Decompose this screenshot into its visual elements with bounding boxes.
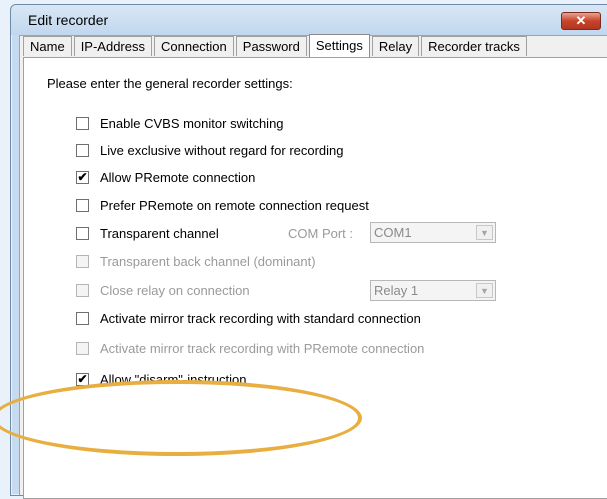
- relay-select-value: Relay 1: [374, 283, 419, 298]
- option-transparent-back-channel[interactable]: Transparent back channel (dominant): [76, 252, 316, 270]
- option-live-exclusive[interactable]: Live exclusive without regard for record…: [76, 141, 344, 159]
- checkbox[interactable]: ✔: [76, 372, 89, 386]
- tab-name[interactable]: Name: [23, 36, 72, 56]
- com-port-select[interactable]: COM1 ▼: [370, 222, 496, 243]
- chevron-down-icon[interactable]: ▼: [476, 225, 493, 240]
- checkbox[interactable]: [76, 198, 89, 212]
- close-button[interactable]: ✕: [561, 12, 601, 30]
- option-label: Activate mirror track recording with sta…: [100, 310, 421, 326]
- option-label: Transparent back channel (dominant): [100, 253, 316, 269]
- option-prefer-premote[interactable]: Prefer PRemote on remote connection requ…: [76, 196, 369, 214]
- window-title: Edit recorder: [28, 12, 109, 28]
- option-label: Prefer PRemote on remote connection requ…: [100, 197, 369, 213]
- checkbox[interactable]: [76, 116, 89, 130]
- com-port-value: COM1: [374, 225, 412, 240]
- tab-relay[interactable]: Relay: [371, 36, 420, 56]
- option-label: Close relay on connection: [100, 282, 250, 298]
- option-mirror-track-premote[interactable]: Activate mirror track recording with PRe…: [76, 339, 424, 357]
- option-label: Allow PRemote connection: [100, 169, 256, 185]
- option-label: Activate mirror track recording with PRe…: [100, 340, 425, 356]
- tab-password[interactable]: Password: [235, 36, 307, 56]
- tab-settings[interactable]: Settings: [308, 34, 370, 57]
- title-bar[interactable]: Edit recorder ✕: [11, 5, 607, 35]
- tab-connection[interactable]: Connection: [154, 36, 234, 56]
- option-label: Enable CVBS monitor switching: [100, 115, 284, 131]
- tab-strip: Name IP-Address Connection Password Sett…: [23, 34, 529, 57]
- com-port-label: COM Port :: [288, 226, 354, 241]
- option-transparent-channel[interactable]: Transparent channel: [76, 224, 219, 242]
- settings-intro-text: Please enter the general recorder settin…: [47, 76, 293, 91]
- checkbox[interactable]: [76, 341, 89, 355]
- checkbox[interactable]: [76, 283, 89, 297]
- tab-ip-address[interactable]: IP-Address: [73, 36, 152, 56]
- option-label: Transparent channel: [100, 225, 219, 241]
- option-allow-premote-connection[interactable]: ✔ Allow PRemote connection: [76, 168, 255, 186]
- relay-select[interactable]: Relay 1 ▼: [370, 280, 496, 301]
- option-label: Live exclusive without regard for record…: [100, 142, 344, 158]
- checkbox[interactable]: [76, 143, 89, 157]
- tab-recorder-tracks[interactable]: Recorder tracks: [421, 36, 527, 56]
- option-close-relay-on-connection[interactable]: Close relay on connection: [76, 281, 250, 299]
- chevron-down-icon[interactable]: ▼: [476, 283, 493, 298]
- checkbox[interactable]: [76, 254, 89, 268]
- option-enable-cvbs-monitor-switching[interactable]: Enable CVBS monitor switching: [76, 114, 284, 132]
- checkbox[interactable]: ✔: [76, 170, 89, 184]
- checkbox[interactable]: [76, 311, 89, 325]
- option-mirror-track-standard[interactable]: Activate mirror track recording with sta…: [76, 309, 421, 327]
- highlight-oval-annotation: [0, 380, 362, 456]
- checkbox[interactable]: [76, 226, 89, 240]
